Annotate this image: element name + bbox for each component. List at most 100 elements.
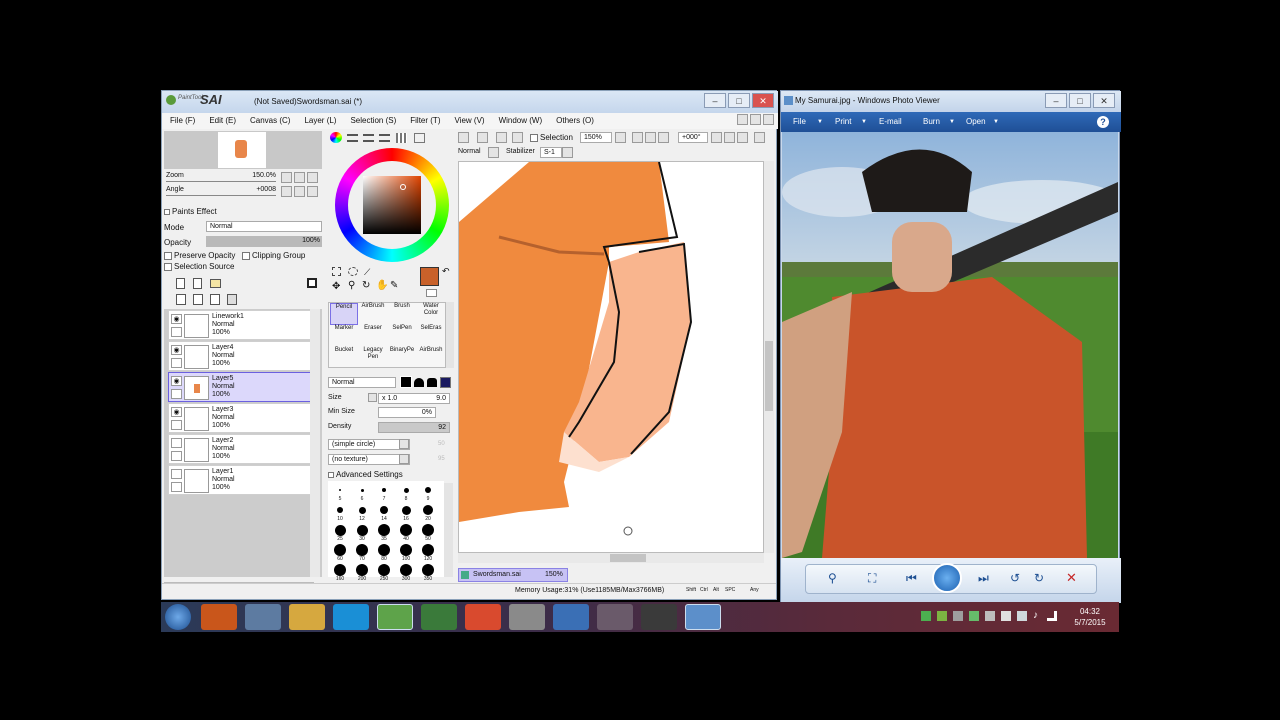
slideshow-button[interactable] [932,563,962,593]
start-orb[interactable] [165,604,191,630]
paints-effect-header[interactable]: Paints Effect [164,207,217,216]
rotate-reset-button[interactable] [307,186,318,197]
close-button[interactable]: ✕ [752,93,774,108]
swap-colors-icon[interactable]: ↶ [442,266,450,277]
menu-others[interactable]: Others (O) [556,113,594,129]
rotate-left-button[interactable] [281,186,292,197]
tool-pencil[interactable]: Pencil [330,303,358,325]
layer-row[interactable]: Layer1 Normal 100% [168,465,311,495]
volume-icon[interactable]: ♪ [1033,610,1038,621]
tool-legacy-pen[interactable]: Legacy Pen [359,347,387,369]
min-size-slider[interactable]: 0% [378,407,436,418]
size-preset-dot[interactable] [378,524,390,536]
canvas-zoom-out-button[interactable] [632,132,643,143]
visibility-toggle-icon[interactable] [171,438,182,448]
brush-shape-square-icon[interactable] [440,377,451,388]
size-preset-dot[interactable] [422,564,434,576]
hand-icon[interactable]: ✋ [376,280,388,291]
lock-toggle-icon[interactable] [171,327,182,337]
canvas-zoom-dropdown[interactable] [615,132,626,143]
chrome-icon[interactable] [465,604,501,630]
pv-menu-print[interactable]: Print [835,112,851,132]
app-blue-icon[interactable] [553,604,589,630]
tool-airbrush[interactable]: AirBrush [359,303,387,325]
doc-restore-button[interactable] [750,114,761,125]
new-linework-icon[interactable] [193,278,202,289]
size-preset-dot[interactable] [400,544,412,556]
clipping-group-checkbox[interactable]: Clipping Group [242,251,305,260]
canvas-rotate-reset-button[interactable] [737,132,748,143]
delete-icon[interactable]: ✕ [1066,570,1077,586]
canvas-rotate-field[interactable]: +000° [678,132,708,143]
size-preset-dot[interactable] [378,564,390,576]
canvas-zoom-fit-button[interactable] [658,132,669,143]
size-presets-scrollbar[interactable] [444,483,453,577]
brush-shape-flat-icon[interactable] [400,376,412,388]
pv-menu-burn[interactable]: Burn [923,112,940,132]
size-preset-dot[interactable] [378,544,390,556]
tool-eraser[interactable]: Eraser [359,325,387,347]
canvas-vscroll-thumb[interactable] [765,341,773,411]
lasso-icon[interactable] [348,267,358,276]
size-preset-dot[interactable] [356,544,368,556]
brush-shape-round-icon[interactable] [414,378,424,387]
document-tab[interactable]: Swordsman.sai 150% [458,568,568,582]
painttool-sai-icon[interactable] [377,604,413,630]
visibility-toggle-icon[interactable]: ◉ [171,314,182,324]
zoom-slider[interactable]: Zoom 150.0% [166,172,276,184]
menu-file[interactable]: File (F) [170,113,195,129]
new-layer-icon[interactable] [176,278,185,289]
clear-layer-icon[interactable] [210,294,220,305]
visibility-toggle-icon[interactable] [171,469,182,479]
canvas-hscroll-thumb[interactable] [610,554,646,562]
tool-binarype[interactable]: BinaryPe [388,347,416,369]
stabilizer-dropdown[interactable] [562,147,573,158]
navigator-preview[interactable] [164,131,322,169]
lock-toggle-icon[interactable] [171,420,182,430]
previous-icon[interactable]: ⏮ [906,571,917,586]
app-upload-icon[interactable] [509,604,545,630]
pen-tool-icon[interactable] [597,604,633,630]
menu-canvas[interactable]: Canvas (C) [250,113,290,129]
size-preset-dot[interactable] [422,524,434,536]
color-picker-cursor[interactable] [400,184,406,190]
tool-selpen[interactable]: SelPen [388,325,416,347]
layer-list-vscrollbar[interactable] [310,309,320,577]
zoom-in-button[interactable] [294,172,305,183]
lock-toggle-icon[interactable] [171,358,182,368]
lock-toggle-icon[interactable] [171,482,182,492]
tool-bucket[interactable]: Bucket [330,347,358,369]
explorer-icon[interactable] [289,604,325,630]
menu-layer[interactable]: Layer (L) [304,113,336,129]
deselect-button[interactable] [458,132,469,143]
pv-maximize-button[interactable]: □ [1069,93,1091,108]
zoom-icon[interactable]: ⚲ [348,280,355,291]
next-icon[interactable]: ⏭ [978,571,989,586]
brush-shape-soft-icon[interactable] [427,378,437,387]
layer-row[interactable]: ◉ Layer5 Normal 100% [168,372,311,402]
zoom-icon[interactable]: ⚲ [828,571,837,585]
layer-mask-icon[interactable] [307,278,317,288]
pv-menu-open[interactable]: Open [966,112,986,132]
network-icon[interactable] [1047,611,1057,621]
copy-layer-icon[interactable] [176,294,186,305]
layer-row[interactable]: ◉ Layer3 Normal 100% [168,403,311,433]
clock[interactable]: 04:32 5/7/2015 [1065,606,1115,630]
drawing-canvas[interactable] [458,161,764,553]
eyedropper-icon[interactable]: ✎ [390,280,398,291]
brush-texture-select[interactable]: (no texture) [328,454,410,465]
doc-minimize-button[interactable] [737,114,748,125]
stroke-blend-dropdown[interactable] [488,147,499,158]
size-preset-dot[interactable] [360,488,364,492]
flag-icon[interactable] [1001,611,1011,621]
lock-toggle-icon[interactable] [171,451,182,461]
size-preset-dot[interactable] [400,564,412,576]
color-wheel[interactable] [335,148,449,262]
transparent-color-swatch[interactable] [426,289,437,297]
visibility-toggle-icon[interactable]: ◉ [171,376,182,386]
new-folder-icon[interactable] [210,279,221,288]
lock-toggle-icon[interactable] [171,389,182,399]
photo-viewer-titlebar[interactable]: My Samurai.jpg - Windows Photo Viewer – … [781,91,1121,112]
size-preset-dot[interactable] [400,524,412,536]
saturation-value-square[interactable] [363,176,421,234]
